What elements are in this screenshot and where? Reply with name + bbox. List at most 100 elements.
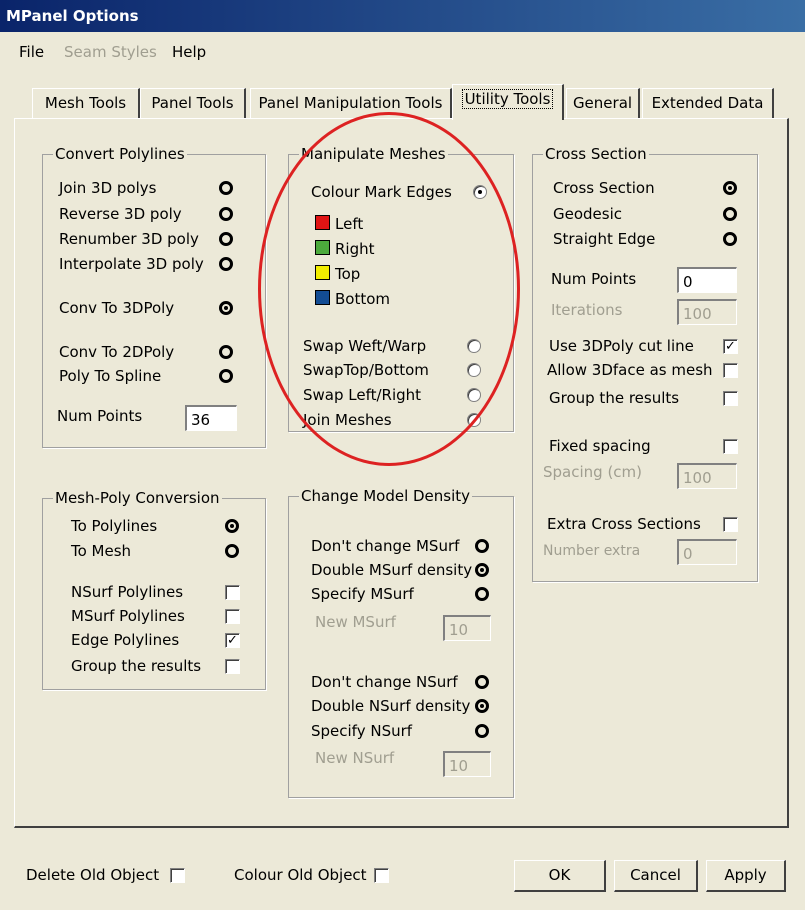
use-3dpoly-cut-line-label: Use 3DPoly cut line	[549, 337, 694, 355]
dont-change-nsurf-radio[interactable]	[475, 675, 489, 689]
poly-to-spline-radio[interactable]	[219, 369, 233, 383]
join-3d-polys-radio[interactable]	[219, 181, 233, 195]
group-title: Change Model Density	[299, 487, 473, 505]
cross-num-points-input[interactable]: 0	[677, 267, 737, 293]
straight-edge-radio[interactable]	[723, 232, 737, 246]
number-extra-input[interactable]: 0	[677, 539, 737, 565]
left-edge-swatch	[315, 215, 330, 230]
menu-file[interactable]: File	[19, 43, 44, 61]
legend-top-label: Top	[335, 265, 361, 283]
to-mesh-radio[interactable]	[225, 544, 239, 558]
tab-general[interactable]: General	[566, 88, 640, 118]
geodesic-radio[interactable]	[723, 207, 737, 221]
allow-3dface-label: Allow 3Dface as mesh	[547, 361, 713, 379]
swap-left-right-radio[interactable]	[467, 388, 481, 402]
cancel-button[interactable]: Cancel	[614, 860, 698, 892]
conv-to-3dpoly-radio[interactable]	[219, 301, 233, 315]
swap-weft-warp-radio[interactable]	[467, 339, 481, 353]
tab-mesh-tools[interactable]: Mesh Tools	[32, 88, 140, 118]
new-msurf-input[interactable]: 10	[443, 615, 491, 641]
group-title: Convert Polylines	[53, 145, 187, 163]
right-edge-swatch	[315, 240, 330, 255]
spacing-label: Spacing (cm)	[543, 463, 643, 481]
extra-cross-sections-label: Extra Cross Sections	[547, 515, 701, 533]
option-label: Renumber 3D poly	[59, 230, 199, 248]
colour-old-object-checkbox[interactable]	[374, 868, 389, 883]
specify-nsurf-radio[interactable]	[475, 724, 489, 738]
option-label: Conv To 3DPoly	[59, 299, 175, 317]
double-msurf-radio[interactable]	[475, 563, 489, 577]
tab-extended-data[interactable]: Extended Data	[642, 88, 774, 118]
dont-change-msurf-label: Don't change MSurf	[311, 537, 460, 555]
iterations-label: Iterations	[551, 301, 623, 319]
use-3dpoly-cut-line-checkbox[interactable]: ✓	[723, 339, 738, 354]
dont-change-msurf-radio[interactable]	[475, 539, 489, 553]
menu-seam-styles[interactable]: Seam Styles	[64, 43, 157, 61]
bottom-edge-swatch	[315, 290, 330, 305]
swap-top-bottom-radio[interactable]	[467, 363, 481, 377]
option-label: Poly To Spline	[59, 367, 162, 385]
menu-help[interactable]: Help	[172, 43, 206, 61]
tab-label: Extended Data	[651, 94, 764, 112]
dont-change-nsurf-label: Don't change NSurf	[311, 673, 458, 691]
tab-label: General	[572, 94, 633, 112]
mesh-group-results-checkbox[interactable]	[225, 659, 240, 674]
swap-weft-warp-label: Swap Weft/Warp	[303, 337, 427, 355]
nsurf-polylines-checkbox[interactable]	[225, 585, 240, 600]
edge-polylines-label: Edge Polylines	[71, 631, 180, 649]
interpolate-3d-poly-radio[interactable]	[219, 257, 233, 271]
to-mesh-label: To Mesh	[71, 542, 132, 560]
double-nsurf-radio[interactable]	[475, 699, 489, 713]
cross-group-results-checkbox[interactable]	[723, 391, 738, 406]
group-title: Cross Section	[543, 145, 649, 163]
window-title: MPanel Options	[6, 7, 139, 25]
to-polylines-radio[interactable]	[225, 519, 239, 533]
tab-label: Panel Tools	[151, 94, 234, 112]
specify-msurf-label: Specify MSurf	[311, 585, 414, 603]
option-label: Interpolate 3D poly	[59, 255, 204, 273]
num-points-label: Num Points	[551, 270, 637, 288]
fixed-spacing-checkbox[interactable]	[723, 439, 738, 454]
legend-bottom-label: Bottom	[335, 290, 391, 308]
fixed-spacing-label: Fixed spacing	[549, 437, 651, 455]
reverse-3d-poly-radio[interactable]	[219, 207, 233, 221]
tab-label: Utility Tools	[461, 89, 554, 109]
new-msurf-label: New MSurf	[315, 613, 396, 631]
double-nsurf-label: Double NSurf density	[311, 697, 471, 715]
group-results-label: Group the results	[549, 389, 680, 407]
new-nsurf-label: New NSurf	[315, 749, 395, 767]
specify-msurf-radio[interactable]	[475, 587, 489, 601]
new-nsurf-input[interactable]: 10	[443, 751, 491, 777]
renumber-3d-poly-radio[interactable]	[219, 232, 233, 246]
option-label: Join 3D polys	[59, 179, 157, 197]
group-results-label: Group the results	[71, 657, 202, 675]
cross-section-group: Cross Section Cross Section Geodesic Str…	[532, 145, 758, 582]
option-label: Straight Edge	[553, 230, 656, 248]
num-points-input[interactable]: 36	[185, 405, 237, 431]
allow-3dface-checkbox[interactable]	[723, 363, 738, 378]
msurf-polylines-label: MSurf Polylines	[71, 607, 185, 625]
mesh-poly-conversion-group: Mesh-Poly Conversion To Polylines To Mes…	[42, 489, 266, 690]
tab-utility-tools[interactable]: Utility Tools	[452, 84, 564, 120]
tab-panel-tools[interactable]: Panel Tools	[140, 88, 246, 118]
iterations-input[interactable]: 100	[677, 299, 737, 325]
ok-button[interactable]: OK	[514, 860, 606, 892]
swap-left-right-label: Swap Left/Right	[303, 386, 422, 404]
extra-cross-sections-checkbox[interactable]	[723, 517, 738, 532]
colour-mark-edges-radio[interactable]	[473, 185, 487, 199]
tab-panel-manipulation-tools[interactable]: Panel Manipulation Tools	[250, 88, 452, 118]
delete-old-object-checkbox[interactable]	[170, 868, 185, 883]
cross-section-radio[interactable]	[723, 181, 737, 195]
num-points-label: Num Points	[57, 407, 143, 425]
swap-top-bottom-label: SwapTop/Bottom	[303, 361, 429, 379]
apply-button[interactable]: Apply	[706, 860, 786, 892]
spacing-input[interactable]: 100	[677, 463, 737, 489]
number-extra-label: Number extra	[543, 543, 641, 559]
edge-polylines-checkbox[interactable]: ✓	[225, 633, 240, 648]
option-label: Cross Section	[553, 179, 655, 197]
conv-to-2dpoly-radio[interactable]	[219, 345, 233, 359]
msurf-polylines-checkbox[interactable]	[225, 609, 240, 624]
tab-label: Panel Manipulation Tools	[258, 94, 443, 112]
join-meshes-radio[interactable]	[467, 413, 481, 427]
menu-bar: File Seam Styles Help	[0, 36, 805, 64]
